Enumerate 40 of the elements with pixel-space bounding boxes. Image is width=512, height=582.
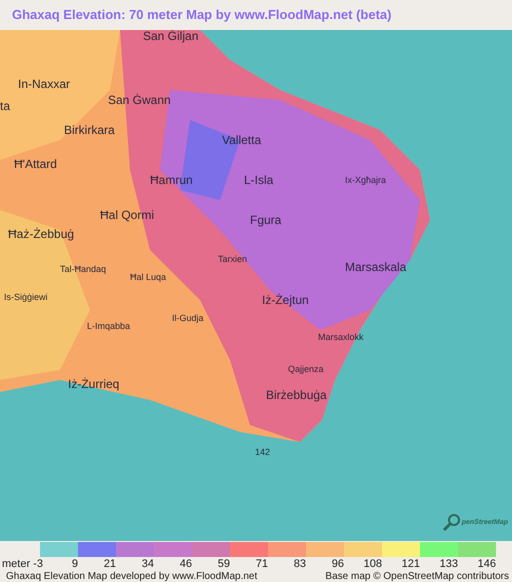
- place-label: Ħ'Attard: [14, 158, 57, 170]
- legend-label: 108: [362, 558, 382, 571]
- place-label: Ħamrun: [150, 174, 193, 186]
- place-label: Il-Gudja: [172, 314, 204, 323]
- place-label: Tarxien: [218, 254, 248, 264]
- place-label: Is-Siġġiewi: [4, 292, 48, 302]
- place-label: Fgura: [250, 214, 282, 226]
- place-label: 142: [255, 448, 270, 457]
- credit-text: Ghaxaq Elevation Map developed by www.FloodMap.net: [6, 571, 258, 582]
- legend-label: meter -3: [2, 558, 40, 571]
- legend-label: 83: [292, 558, 306, 571]
- place-label: Valletta: [222, 134, 262, 146]
- place-label: L-Isla: [244, 174, 274, 186]
- place-label: Ħal Qormi: [100, 208, 154, 221]
- place-label: Tal-Ħandaq: [60, 264, 106, 274]
- legend-label: 34: [140, 558, 154, 571]
- place-label: Birkirkara: [64, 124, 115, 136]
- place-label: Ħaż-Żebbuġ: [8, 228, 74, 240]
- place-label: L-Imqabba: [87, 322, 130, 331]
- legend-label: 121: [400, 558, 420, 571]
- place-label: Qajjenza: [288, 364, 324, 374]
- legend-label: 46: [178, 558, 192, 571]
- legend-label: 71: [254, 558, 268, 571]
- legend-label: 59: [216, 558, 230, 571]
- legend-label: 146: [476, 558, 496, 571]
- place-label: Iż-Żejtun: [262, 294, 309, 306]
- place-label: ta: [0, 100, 10, 112]
- place-label: Marsaskala: [345, 260, 406, 273]
- place-label: Iż-Żurrieq: [68, 378, 120, 390]
- place-label: Birżebbuġa: [266, 388, 327, 401]
- magnifier-icon: [442, 513, 461, 532]
- legend-label: 21: [102, 558, 116, 571]
- place-label: San Ġwann: [108, 94, 171, 106]
- place-label: Ħal Luqa: [130, 272, 166, 282]
- map-title: Ghaxaq Elevation: 70 meter Map by www.FloodMap.net (beta): [12, 7, 392, 22]
- place-label: Ix-Xgħajra: [345, 176, 386, 185]
- place-label: In-Naxxar: [18, 78, 70, 90]
- legend-label: 133: [438, 558, 458, 571]
- attribution-text: Base map © OpenStreetMap contributors: [325, 571, 509, 582]
- legend-label: 96: [330, 558, 344, 571]
